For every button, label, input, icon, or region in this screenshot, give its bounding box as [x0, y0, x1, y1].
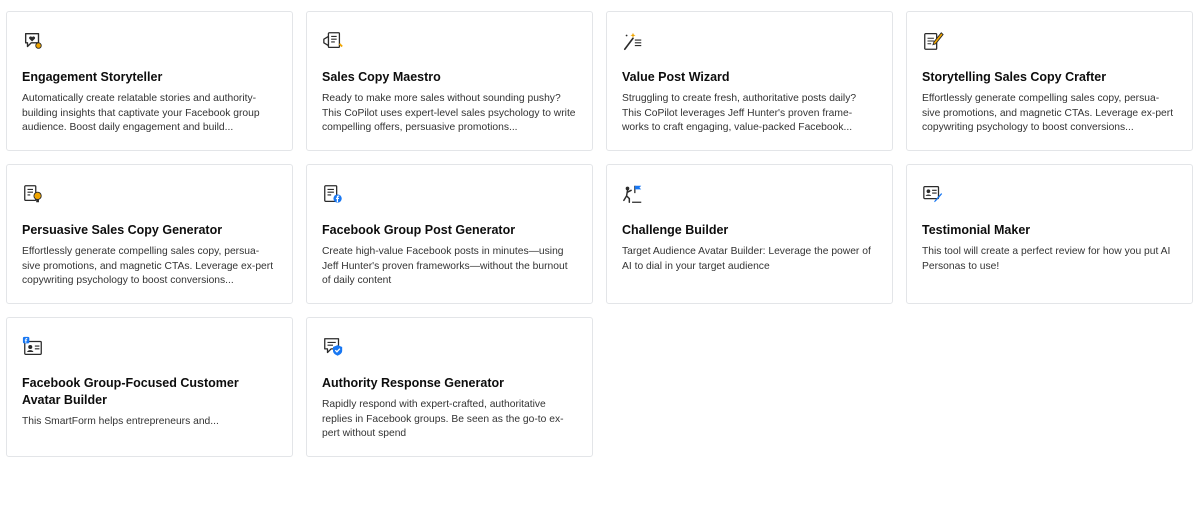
- facebook-avatar-card-icon: [22, 336, 44, 358]
- card-facebook-group-post-generator[interactable]: Facebook Group Post Generator Create hig…: [306, 164, 593, 304]
- card-description: Create high-value Facebook posts in minu…: [322, 246, 568, 286]
- card-title: Sales Copy Maestro: [322, 70, 441, 84]
- card-persuasive-sales-copy-generator[interactable]: Persuasive Sales Copy Generator Effortle…: [6, 164, 293, 304]
- card-engagement-storyteller[interactable]: Engagement Storyteller Automatically cre…: [6, 11, 293, 151]
- document-lightbulb-icon: [22, 183, 44, 205]
- card-facebook-group-customer-avatar-builder[interactable]: Facebook Group-Focused Customer Avatar B…: [6, 317, 293, 457]
- pen-paper-icon: [922, 30, 944, 52]
- card-description: Effortlessly generate compelling sales c…: [22, 246, 274, 286]
- card-description: Automatically create relatable stories a…: [22, 93, 260, 133]
- card-testimonial-maker[interactable]: Testimonial Maker This tool will create …: [906, 164, 1193, 304]
- card-authority-response-generator[interactable]: Authority Response Generator Rapidly res…: [306, 317, 593, 457]
- card-title: Storytelling Sales Copy Crafter: [922, 70, 1107, 84]
- card-title: Authority Response Generator: [322, 376, 504, 390]
- card-description: This SmartForm helps entrepreneurs and..…: [22, 416, 219, 427]
- card-value-post-wizard[interactable]: Value Post Wizard Struggling to create f…: [606, 11, 893, 151]
- card-storytelling-sales-copy-crafter[interactable]: Storytelling Sales Copy Crafter Effortle…: [906, 11, 1193, 151]
- card-description: Rapidly respond with expert-crafted, aut…: [322, 399, 564, 439]
- card-title: Persuasive Sales Copy Generator: [22, 223, 223, 237]
- card-title: Facebook Group Post Generator: [322, 223, 516, 237]
- climbing-flag-icon: [622, 183, 644, 205]
- card-sales-copy-maestro[interactable]: Sales Copy Maestro Ready to make more sa…: [306, 11, 593, 151]
- copilot-card-grid: Engagement Storyteller Automatically cre…: [6, 11, 1193, 457]
- magic-wand-list-icon: [622, 30, 644, 52]
- shield-comment-icon: [322, 336, 344, 358]
- megaphone-document-icon: [322, 30, 344, 52]
- card-description: Effortlessly generate compelling sales c…: [922, 93, 1174, 133]
- card-description: Target Audience Avatar Builder: Leverage…: [622, 246, 871, 272]
- heart-comment-icon: [22, 30, 44, 52]
- card-description: This tool will create a perfect review f…: [922, 246, 1171, 272]
- card-description: Ready to make more sales without soundin…: [322, 93, 576, 133]
- card-challenge-builder[interactable]: Challenge Builder Target Audience Avatar…: [606, 164, 893, 304]
- testimonial-card-icon: [922, 183, 944, 205]
- card-title: Value Post Wizard: [622, 70, 730, 84]
- card-title: Challenge Builder: [622, 223, 729, 237]
- card-title: Testimonial Maker: [922, 223, 1031, 237]
- card-description: Struggling to create fresh, authoritativ…: [622, 93, 857, 133]
- card-title: Facebook Group-Focused Customer Avatar B…: [22, 376, 239, 407]
- card-title: Engagement Storyteller: [22, 70, 163, 84]
- facebook-post-icon: [322, 183, 344, 205]
